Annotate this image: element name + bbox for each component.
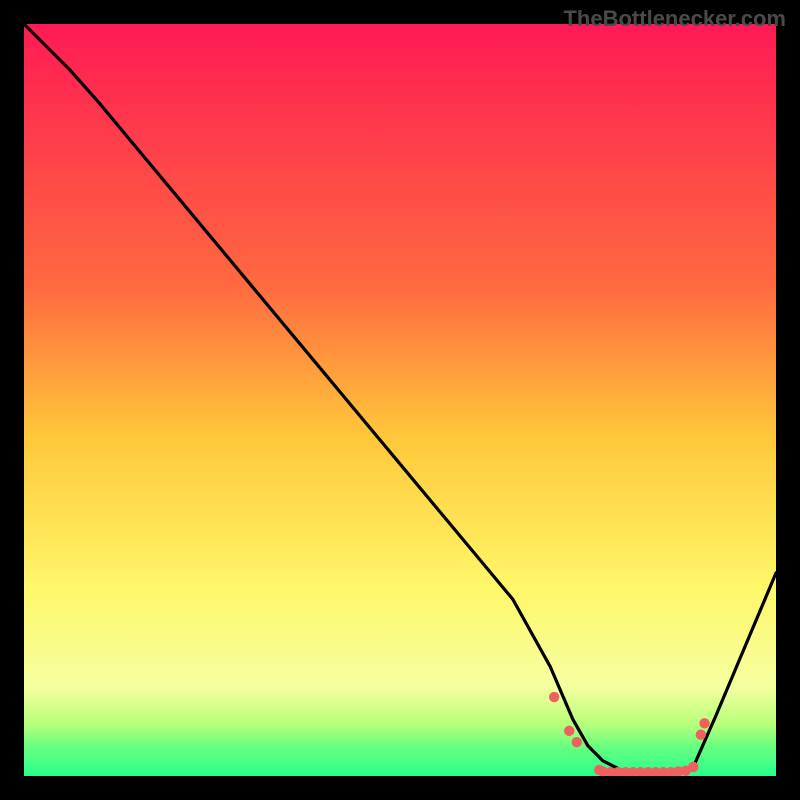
plot-area bbox=[24, 24, 776, 776]
data-dot bbox=[572, 737, 582, 747]
data-dot bbox=[564, 726, 574, 736]
data-dot bbox=[688, 762, 698, 772]
data-dot bbox=[699, 718, 709, 728]
data-dot bbox=[696, 729, 706, 739]
data-dot bbox=[549, 692, 559, 702]
bottleneck-chart bbox=[24, 24, 776, 776]
chart-frame: TheBottlenecker.com bbox=[0, 0, 800, 800]
